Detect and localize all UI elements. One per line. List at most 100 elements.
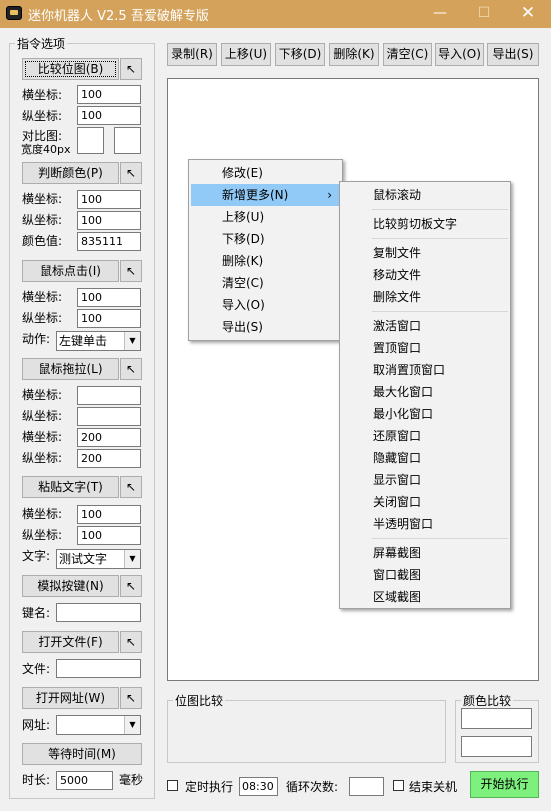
click-x-input[interactable]: 100 <box>77 288 141 307</box>
key-name-input[interactable] <box>56 603 141 622</box>
menu-separator <box>372 311 508 312</box>
submenu-item[interactable]: 窗口截图 <box>342 564 508 586</box>
menu-item-label: 清空(C) <box>222 276 264 290</box>
paste-text-button[interactable]: 粘贴文字(T) <box>22 476 119 498</box>
drag-y2-input[interactable]: 200 <box>77 449 141 468</box>
compare-image-box-2[interactable] <box>114 127 141 154</box>
menu-separator <box>372 238 508 239</box>
submenu-item[interactable]: 置顶窗口 <box>342 337 508 359</box>
submenu-item[interactable]: 最大化窗口 <box>342 381 508 403</box>
submenu-item[interactable]: 复制文件 <box>342 242 508 264</box>
color-value-label: 颜色值: <box>22 234 63 248</box>
duration-unit: 毫秒 <box>119 773 144 787</box>
submenu-item[interactable]: 屏幕截图 <box>342 542 508 564</box>
open-file-button[interactable]: 打开文件(F) <box>22 631 119 653</box>
pick-coordinate-icon[interactable]: ↖ <box>120 687 142 709</box>
timed-exec-checkbox[interactable] <box>167 780 178 791</box>
chevron-down-icon[interactable]: ▼ <box>124 716 140 734</box>
drag-x1-input[interactable] <box>77 386 141 405</box>
menu-item-label: 新增更多(N) <box>222 188 289 202</box>
export-button[interactable]: 导出(S) <box>487 43 539 66</box>
shutdown-label: 结束关机 <box>409 780 458 794</box>
command-options-title: 指令选项 <box>15 35 68 52</box>
submenu-item[interactable]: 半透明窗口 <box>342 513 508 535</box>
pick-coordinate-icon[interactable]: ↖ <box>120 260 142 282</box>
submenu-item[interactable]: 取消置顶窗口 <box>342 359 508 381</box>
shutdown-checkbox[interactable] <box>393 780 404 791</box>
menu-item-add-more[interactable]: 新增更多(N) › <box>191 184 340 206</box>
color-value-input[interactable]: 835111 <box>77 232 141 251</box>
duration-input[interactable]: 5000 <box>56 771 113 790</box>
judge-x-input[interactable]: 100 <box>77 190 141 209</box>
wait-time-button[interactable]: 等待时间(M) <box>22 743 142 765</box>
menu-item-clear[interactable]: 清空(C) <box>191 272 340 294</box>
pick-coordinate-icon[interactable]: ↖ <box>120 162 142 184</box>
mouse-click-button[interactable]: 鼠标点击(I) <box>22 260 119 282</box>
drag-y1-input[interactable] <box>77 407 141 426</box>
move-down-button[interactable]: 下移(D) <box>275 43 325 66</box>
pick-coordinate-icon[interactable]: ↖ <box>120 575 142 597</box>
compare-image-button[interactable]: 比较位图(B) <box>22 58 119 80</box>
import-button[interactable]: 导入(O) <box>435 43 484 66</box>
menu-item-move-up[interactable]: 上移(U) <box>191 206 340 228</box>
judge-y-input[interactable]: 100 <box>77 211 141 230</box>
pick-coordinate-icon[interactable]: ↖ <box>120 358 142 380</box>
menu-item-label: 上移(U) <box>222 210 265 224</box>
title-bar[interactable]: 迷你机器人 V2.5 吾爱破解专版 — ☐ ✕ <box>0 0 551 28</box>
text-select[interactable]: 测试文字 ▼ <box>56 549 141 569</box>
submenu-item[interactable]: 移动文件 <box>342 264 508 286</box>
pick-coordinate-icon[interactable]: ↖ <box>120 58 142 80</box>
submenu-item-label: 屏幕截图 <box>373 546 422 560</box>
timed-exec-time-input[interactable]: 08:30 <box>239 777 278 796</box>
compare-x-input[interactable]: 100 <box>77 85 141 104</box>
paste-x-input[interactable]: 100 <box>77 505 141 524</box>
clear-button[interactable]: 清空(C) <box>383 43 432 66</box>
menu-item-delete[interactable]: 删除(K) <box>191 250 340 272</box>
submenu-item[interactable]: 鼠标滚动 <box>342 184 508 206</box>
url-label: 网址: <box>22 718 51 732</box>
compare-y-input[interactable]: 100 <box>77 106 141 125</box>
paste-y-input[interactable]: 100 <box>77 526 141 545</box>
judge-color-button[interactable]: 判断颜色(P) <box>22 162 119 184</box>
loop-count-input[interactable] <box>349 777 384 796</box>
open-url-button[interactable]: 打开网址(W) <box>22 687 119 709</box>
mouse-drag-button[interactable]: 鼠标拖拉(L) <box>22 358 119 380</box>
compare-width-label: 宽度40px <box>21 143 71 156</box>
start-button[interactable]: 开始执行 <box>470 771 539 798</box>
submenu-item[interactable]: 最小化窗口 <box>342 403 508 425</box>
minimize-button[interactable]: — <box>418 0 462 28</box>
move-up-button[interactable]: 上移(U) <box>221 43 271 66</box>
submenu-item[interactable]: 激活窗口 <box>342 315 508 337</box>
pick-coordinate-icon[interactable]: ↖ <box>120 631 142 653</box>
simulate-key-button[interactable]: 模拟按键(N) <box>22 575 119 597</box>
submenu-item[interactable]: 比较剪切板文字 <box>342 213 508 235</box>
chevron-down-icon[interactable]: ▼ <box>124 550 140 568</box>
pick-coordinate-icon[interactable]: ↖ <box>120 476 142 498</box>
record-button[interactable]: 录制(R) <box>167 43 217 66</box>
submenu-item-label: 关闭窗口 <box>373 495 422 509</box>
color-swatch-1 <box>461 708 532 729</box>
action-select[interactable]: 左键单击 ▼ <box>56 331 141 351</box>
compare-image-box-1[interactable] <box>77 127 104 154</box>
color-compare-title: 颜色比较 <box>461 692 514 709</box>
click-y-input[interactable]: 100 <box>77 309 141 328</box>
drag-x2-input[interactable]: 200 <box>77 428 141 447</box>
image-compare-title: 位图比较 <box>173 692 226 709</box>
submenu-item[interactable]: 显示窗口 <box>342 469 508 491</box>
menu-item-export[interactable]: 导出(S) <box>191 316 340 338</box>
chevron-down-icon[interactable]: ▼ <box>124 332 140 350</box>
submenu-item[interactable]: 关闭窗口 <box>342 491 508 513</box>
menu-item-move-down[interactable]: 下移(D) <box>191 228 340 250</box>
menu-item-edit[interactable]: 修改(E) <box>191 162 340 184</box>
action-label: 动作: <box>22 332 51 346</box>
submenu-item[interactable]: 还原窗口 <box>342 425 508 447</box>
url-select[interactable]: ▼ <box>56 715 141 735</box>
maximize-button[interactable]: ☐ <box>462 0 506 28</box>
submenu-item[interactable]: 删除文件 <box>342 286 508 308</box>
delete-button[interactable]: 删除(K) <box>329 43 379 66</box>
menu-item-import[interactable]: 导入(O) <box>191 294 340 316</box>
submenu-item[interactable]: 隐藏窗口 <box>342 447 508 469</box>
close-button[interactable]: ✕ <box>506 0 550 28</box>
file-input[interactable] <box>56 659 141 678</box>
submenu-item[interactable]: 区域截图 <box>342 586 508 608</box>
